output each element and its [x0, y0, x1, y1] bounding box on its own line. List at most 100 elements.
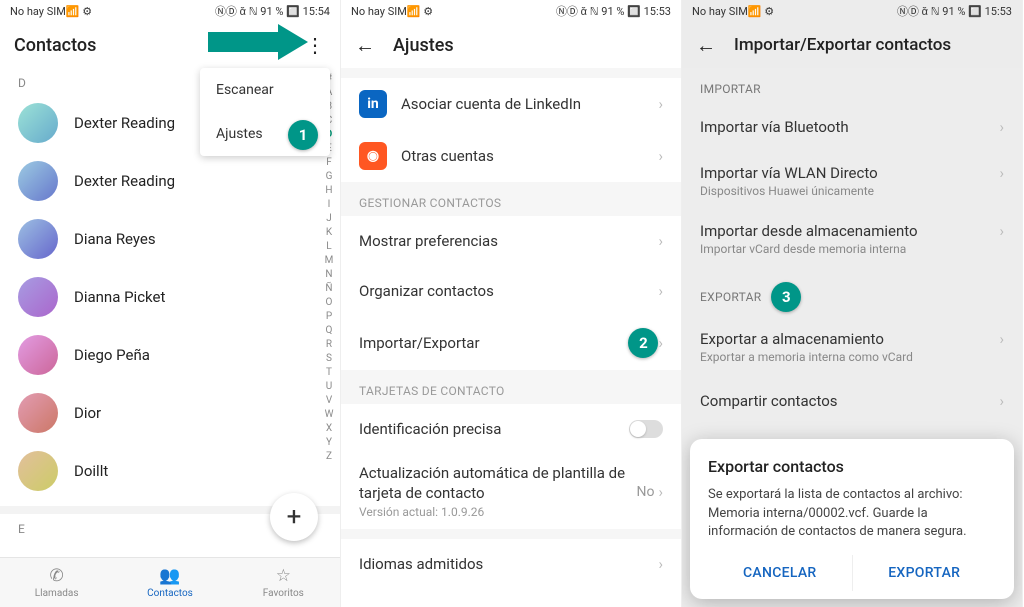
contact-name: Diana Reyes: [74, 230, 156, 248]
contacts-icon: 👥: [159, 566, 180, 586]
section-export: EXPORTAR 3: [682, 268, 1022, 318]
export-dialog: Exportar contactos Se exportará la lista…: [690, 439, 1014, 599]
chevron-right-icon: ›: [999, 118, 1004, 136]
section-manage: GESTIONAR CONTACTOS: [341, 182, 681, 216]
contact-row[interactable]: Doillt: [0, 442, 340, 500]
chevron-right-icon: ›: [999, 222, 1004, 240]
alpha-letter[interactable]: G: [322, 170, 336, 184]
overflow-menu-icon[interactable]: ⋮: [305, 33, 326, 57]
dialog-body: Se exportará la lista de contactos al ar…: [708, 486, 996, 541]
alpha-letter[interactable]: M: [322, 254, 336, 268]
contact-row[interactable]: Diego Peña: [0, 326, 340, 384]
callout-badge-2: 2: [628, 328, 658, 358]
contact-row[interactable]: Diana Reyes: [0, 210, 340, 268]
dialog-title: Exportar contactos: [708, 457, 996, 476]
alpha-letter[interactable]: W: [322, 408, 336, 422]
row-other-accounts[interactable]: ◉ Otras cuentas ›: [341, 130, 681, 182]
row-share-contacts[interactable]: Compartir contactos›: [682, 376, 1022, 426]
contact-name: Dior: [74, 404, 101, 422]
avatar: [18, 393, 58, 433]
phone-icon: ✆: [50, 566, 64, 586]
alpha-letter[interactable]: N: [322, 268, 336, 282]
settings-screen: No hay SIM📶 ⚙︎ ⓃⒹ ᾰ ℕ 91 % 🔲 15:53 ← Aju…: [341, 0, 682, 607]
alpha-letter[interactable]: J: [322, 212, 336, 226]
chevron-right-icon: ›: [999, 330, 1004, 348]
menu-scan[interactable]: Escanear: [200, 68, 330, 112]
bottom-nav: ✆Llamadas 👥Contactos ☆Favoritos: [0, 557, 340, 607]
alpha-letter[interactable]: S: [322, 352, 336, 366]
chevron-right-icon: ›: [658, 232, 663, 250]
alpha-letter[interactable]: H: [322, 184, 336, 198]
status-bar: No hay SIM📶 ⚙︎ ⓃⒹ ᾰ ℕ 91 % 🔲 15:54: [0, 0, 340, 22]
contact-name: Dianna Picket: [74, 288, 165, 306]
accounts-icon: ◉: [359, 142, 387, 170]
contact-row[interactable]: Dexter Reading: [0, 152, 340, 210]
row-import-bluetooth[interactable]: Importar vía Bluetooth›: [682, 102, 1022, 152]
contact-name: Dexter Reading: [74, 172, 175, 190]
alpha-letter[interactable]: R: [322, 338, 336, 352]
add-contact-fab[interactable]: +: [270, 493, 318, 541]
contacts-screen: No hay SIM📶 ⚙︎ ⓃⒹ ᾰ ℕ 91 % 🔲 15:54 Conta…: [0, 0, 341, 607]
alpha-letter[interactable]: O: [322, 296, 336, 310]
chevron-right-icon: ›: [999, 164, 1004, 182]
export-button[interactable]: EXPORTAR: [853, 555, 997, 591]
chevron-right-icon: ›: [658, 483, 663, 501]
row-export-storage[interactable]: Exportar a almacenamiento› Exportar a me…: [682, 318, 1022, 376]
alpha-letter[interactable]: Y: [322, 436, 336, 450]
value-no: No: [637, 484, 655, 500]
status-left: No hay SIM📶 ⚙︎: [692, 5, 774, 18]
row-linkedin[interactable]: in Asociar cuenta de LinkedIn ›: [341, 78, 681, 130]
row-import-wlan[interactable]: Importar vía WLAN Directo› Dispositivos …: [682, 152, 1022, 210]
nav-favorites[interactable]: ☆Favoritos: [227, 558, 340, 607]
chevron-right-icon: ›: [658, 95, 663, 113]
section-import: IMPORTAR: [682, 68, 1022, 102]
nav-calls[interactable]: ✆Llamadas: [0, 558, 113, 607]
alpha-letter[interactable]: Z: [322, 450, 336, 464]
contact-name: Dexter Reading: [74, 114, 175, 132]
alpha-letter[interactable]: X: [322, 422, 336, 436]
status-left: No hay SIM📶 ⚙︎: [351, 5, 433, 18]
contact-row[interactable]: Dianna Picket: [0, 268, 340, 326]
alpha-letter[interactable]: F: [322, 156, 336, 170]
callout-arrow: [208, 24, 308, 66]
avatar: [18, 103, 58, 143]
back-button[interactable]: ←: [696, 33, 716, 58]
chevron-right-icon: ›: [658, 147, 663, 165]
linkedin-icon: in: [359, 90, 387, 118]
back-button[interactable]: ←: [355, 33, 375, 58]
chevron-right-icon: ›: [658, 555, 663, 573]
avatar: [18, 451, 58, 491]
status-right: ⓃⒹ ᾰ ℕ 91 % 🔲 15:53: [556, 3, 671, 19]
status-right: ⓃⒹ ᾰ ℕ 91 % 🔲 15:53: [897, 3, 1012, 19]
page-title: Ajustes: [393, 35, 454, 56]
row-import-export[interactable]: Importar/Exportar 2 ›: [341, 316, 681, 370]
row-organize[interactable]: Organizar contactos›: [341, 266, 681, 316]
section-cards: TARJETAS DE CONTACTO: [341, 370, 681, 404]
row-about[interactable]: Acerca de›: [341, 589, 681, 607]
row-auto-update[interactable]: Actualización automática de plantilla de…: [341, 454, 681, 529]
alpha-letter[interactable]: V: [322, 394, 336, 408]
status-bar: No hay SIM📶 ⚙︎ ⓃⒹ ᾰ ℕ 91 % 🔲 15:53: [341, 0, 681, 22]
alpha-letter[interactable]: I: [322, 198, 336, 212]
contact-row[interactable]: Dior: [0, 384, 340, 442]
row-display-prefs[interactable]: Mostrar preferencias›: [341, 216, 681, 266]
status-bar: No hay SIM📶 ⚙︎ ⓃⒹ ᾰ ℕ 91 % 🔲 15:53: [682, 0, 1022, 22]
row-import-storage[interactable]: Importar desde almacenamiento› Importar …: [682, 210, 1022, 268]
toggle-switch[interactable]: [629, 420, 663, 438]
star-icon: ☆: [276, 566, 291, 586]
alpha-letter[interactable]: K: [322, 226, 336, 240]
chevron-right-icon: ›: [999, 392, 1004, 410]
alpha-letter[interactable]: L: [322, 240, 336, 254]
avatar: [18, 219, 58, 259]
alpha-letter[interactable]: U: [322, 380, 336, 394]
alpha-letter[interactable]: T: [322, 366, 336, 380]
alpha-letter[interactable]: P: [322, 310, 336, 324]
header: ← Ajustes: [341, 22, 681, 68]
cancel-button[interactable]: CANCELAR: [708, 555, 852, 591]
row-precise-id[interactable]: Identificación precisa: [341, 404, 681, 454]
avatar: [18, 335, 58, 375]
nav-contacts[interactable]: 👥Contactos: [113, 558, 226, 607]
row-languages[interactable]: Idiomas admitidos›: [341, 539, 681, 589]
alpha-letter[interactable]: Q: [322, 324, 336, 338]
alpha-letter[interactable]: Ñ: [322, 282, 336, 296]
